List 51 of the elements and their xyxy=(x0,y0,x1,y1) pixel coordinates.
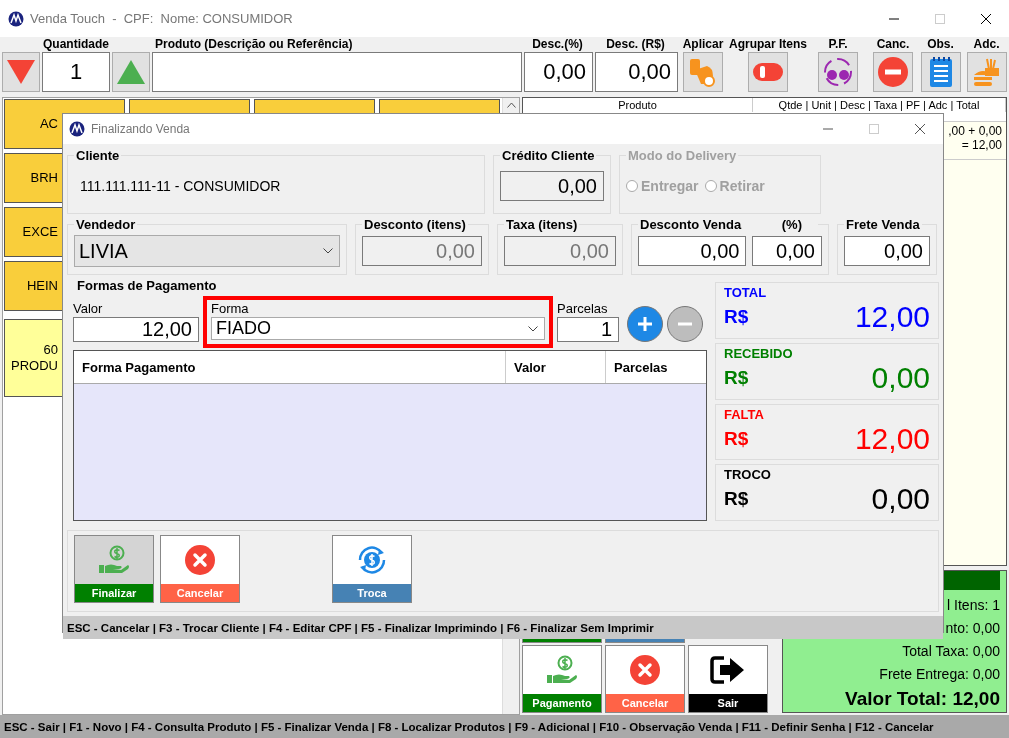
amount-value: 12,00 xyxy=(854,421,930,456)
toolbar-label: Agrupar Itens xyxy=(729,37,807,52)
field-label: Forma xyxy=(211,301,250,317)
toolbar-label: Produto (Descrição ou Referência) xyxy=(154,37,353,52)
amount-value: 0,00 xyxy=(871,360,930,395)
card-label: TOTAL xyxy=(724,285,768,300)
currency-symbol: R$ xyxy=(724,366,749,389)
credit-field: 0,00 xyxy=(500,171,604,201)
toolbar-label: Quantidade xyxy=(43,37,109,52)
summary-line: Frete Entrega: 0,00 xyxy=(879,665,1000,684)
shortcut-hints: ESC - Sair | F1 - Novo | F4 - Consulta Produto | F5 - Finalizar Venda | F8 - Localizar Produtos | F9 - Adicional | F10 - Observação Venda | F11 - Definir Senha | F12 - Cancelar xyxy=(4,720,934,733)
amount-value: 0,00 xyxy=(871,482,930,517)
field-label: Parcelas xyxy=(557,301,609,317)
group-label: Taxa (itens) xyxy=(505,217,579,232)
column-header: Produto xyxy=(523,98,753,112)
client-name: 111.111.111-11 - CONSUMIDOR xyxy=(79,178,281,194)
column-header: Qtde | Unit | Desc | Taxa | PF | Adc | Total xyxy=(753,98,1006,112)
summary-line: Total Taxa: 0,00 xyxy=(902,642,1000,661)
toolbar-label: Canc. xyxy=(876,37,910,52)
card-label: RECEBIDO xyxy=(724,345,794,361)
percent-label: (%) xyxy=(781,217,802,232)
summary-line: l Itens: 1 xyxy=(947,596,1000,615)
group-label: Desconto Venda xyxy=(640,217,742,232)
shortcut-hints: ESC - Cancelar | F3 - Trocar Cliente | F4 - Editar CPF | F5 - Finalizar Imprimindo | F6 - Finalizar Sem Imprimir xyxy=(67,621,654,634)
group-label: Desconto (itens) xyxy=(363,217,467,232)
group-label: Modo do Delivery xyxy=(627,148,738,163)
total-value: Valor Total: 12,00 xyxy=(845,687,1000,711)
currency-symbol: R$ xyxy=(724,427,749,450)
toolbar-label: Desc. (R$) xyxy=(606,37,665,52)
column-header: Parcelas xyxy=(613,358,669,377)
card-label: TROCO xyxy=(724,467,772,483)
currency-symbol: R$ xyxy=(724,488,749,511)
group-label: Vendedor xyxy=(75,217,137,232)
toolbar-label: Obs. xyxy=(927,37,954,52)
window-title: Venda Touch - CPF: Nome: CONSUMIDOR xyxy=(30,11,293,26)
toolbar-label: Aplicar xyxy=(682,37,724,52)
card-label: FALTA xyxy=(724,406,765,422)
column-header: Valor xyxy=(506,351,606,383)
column-header: Forma Pagamento xyxy=(74,351,506,383)
field-label: Valor xyxy=(73,301,104,317)
group-label: Cliente xyxy=(75,148,121,163)
summary-line: nto: 0,00 xyxy=(945,619,1000,638)
toolbar-label: Desc.(%) xyxy=(532,37,583,52)
group-label: Formas de Pagamento xyxy=(76,278,218,294)
dialog-title: Finalizando Venda xyxy=(91,122,190,136)
currency-symbol: R$ xyxy=(724,306,749,328)
group-label: Frete Venda xyxy=(845,217,921,232)
toolbar-label: P.F. xyxy=(828,37,848,52)
toolbar-label: Adc. xyxy=(973,37,1000,52)
amount-value: 12,00 xyxy=(854,300,930,334)
group-label: Crédito Cliente xyxy=(501,148,596,163)
